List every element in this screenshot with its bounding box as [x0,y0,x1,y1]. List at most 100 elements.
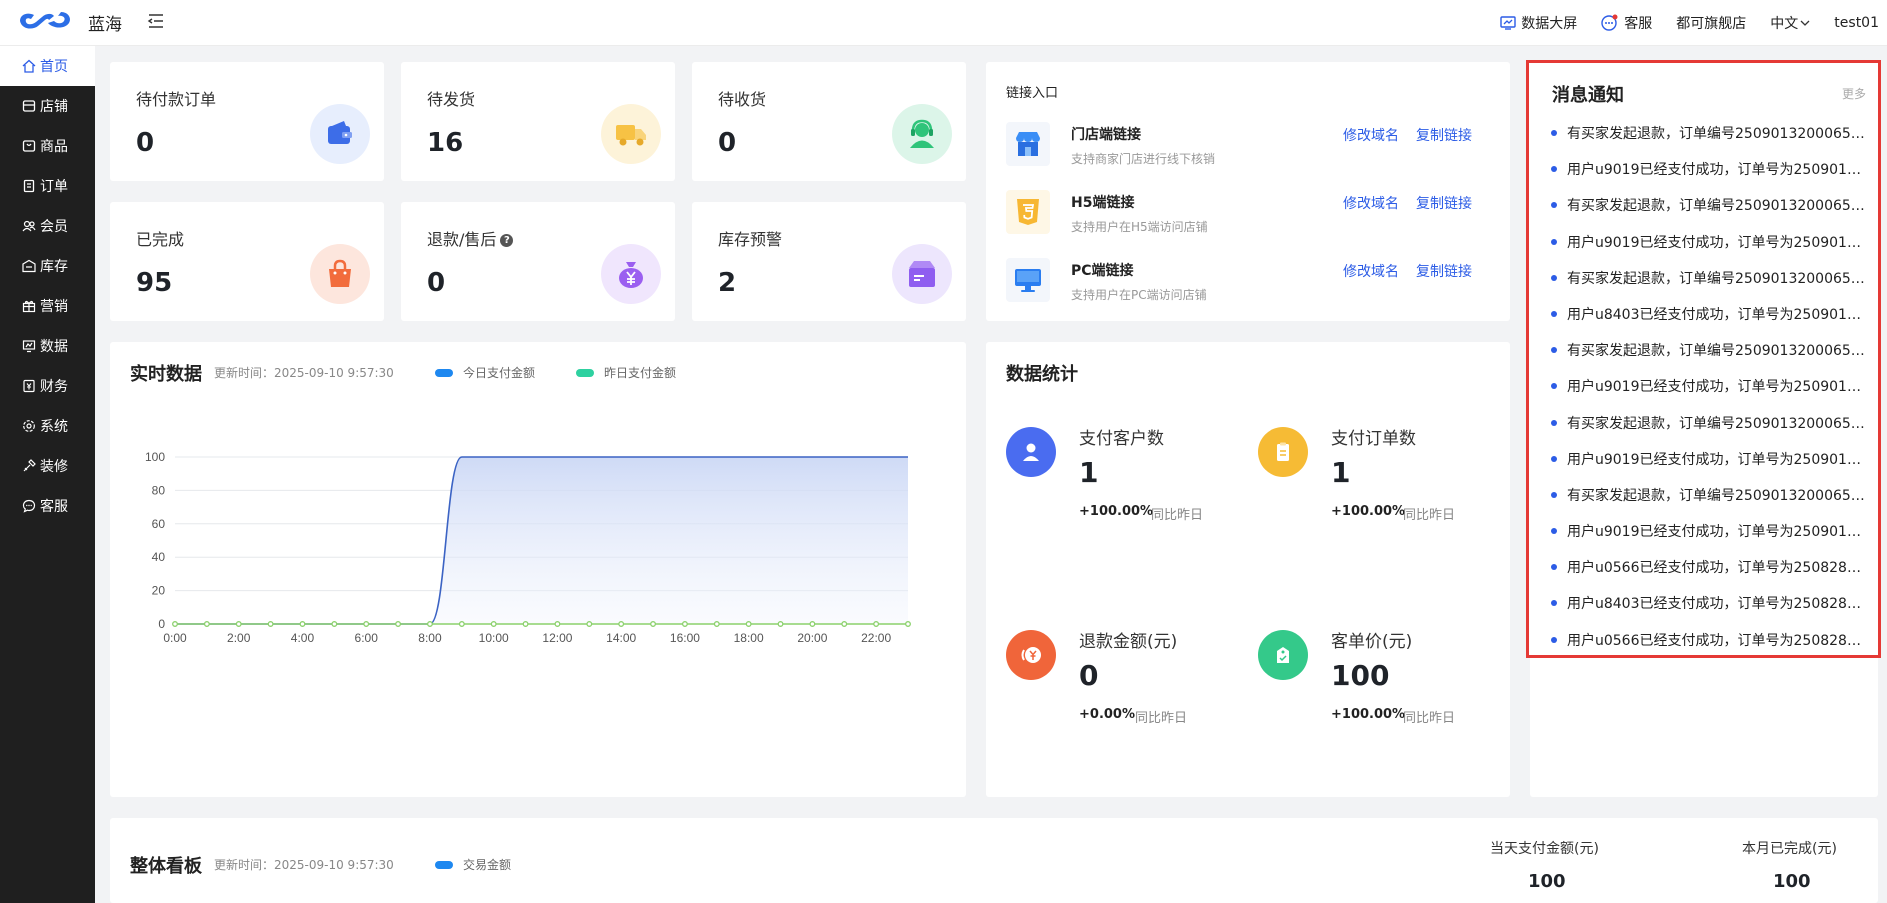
link-entry-card: 链接入口 门店端链接 支持商家门店进行线下核销 修改域名 复制链接 H5端链接 … [986,62,1510,321]
headset-user-icon [892,104,952,164]
big-screen-button[interactable]: 数据大屏 [1500,13,1577,33]
link-desc: 支持用户在H5端访问店铺 [1071,220,1208,234]
help-icon[interactable]: ? [500,234,514,247]
notice-item[interactable]: 有买家发起退款，订单编号25090132000650... [1549,268,1869,304]
sidebar-item-home[interactable]: 首页 [0,46,95,86]
copy-link-button[interactable]: 复制链接 [1416,193,1472,213]
monitor-chart-icon [1500,16,1516,30]
sidebar-item-order[interactable]: 订单 [0,166,95,206]
finance-icon [23,379,35,393]
yesterday-point [873,621,880,627]
menu-collapse-icon[interactable] [146,11,166,31]
customer-service-label: 客服 [1624,16,1653,32]
store-switcher[interactable]: 都可旗舰店 [1676,13,1746,33]
customer-service-button[interactable]: 客服 [1601,13,1652,33]
user-icon [1006,427,1056,477]
notice-item[interactable]: 有买家发起退款，订单编号25090132000650... [1549,123,1869,159]
stat-compare-label: 同比昨日 [1403,508,1456,523]
notice-panel: 消息通知 更多 有买家发起退款，订单编号25090132000650... 用户… [1526,60,1881,658]
user-menu[interactable]: test01 [1834,15,1879,31]
sidebar-item-finance[interactable]: 财务 [0,366,95,406]
data-statistics-title: 数据统计 [1006,364,1078,385]
x-tick-label: 14:00 [606,631,636,645]
stat-value: 2 [718,268,737,298]
sidebar-item-data[interactable]: 数据 [0,326,95,366]
stat-card-refund[interactable]: 退款/售后? 0 [401,202,675,321]
stat-label: 已完成 [136,230,185,249]
sidebar-item-store[interactable]: 店铺 [0,86,95,126]
notice-item[interactable]: 用户u0566已经支付成功，订单号为2508283... [1549,557,1869,593]
stat-card-pending-payment[interactable]: 待付款订单 0 [110,62,384,181]
data-icon [22,340,36,353]
big-screen-label: 数据大屏 [1521,16,1578,32]
yesterday-point [235,621,242,627]
notice-item[interactable]: 有买家发起退款，订单编号25090132000650... [1549,413,1869,449]
notice-item[interactable]: 用户u9019已经支付成功，订单号为2509013... [1549,376,1869,412]
modify-domain-link[interactable]: 修改域名 [1343,261,1399,281]
notice-item[interactable]: 用户u9019已经支付成功，订单号为2509013... [1549,159,1869,195]
notice-item[interactable]: 用户u9019已经支付成功，订单号为2509013... [1549,232,1869,268]
yesterday-point [650,621,656,627]
language-select[interactable]: 中文 [1770,13,1810,33]
legend-swatch [435,860,453,869]
chat-icon [22,499,36,513]
notice-item[interactable]: 有买家发起退款，订单编号25090132000650... [1549,195,1869,231]
yesterday-point [681,621,688,627]
sidebar-item-system[interactable]: 系统 [0,406,95,446]
kpi-label: 本月已完成(元) [1742,841,1837,857]
notice-item[interactable]: 用户u8403已经支付成功，订单号为2508283... [1549,593,1869,629]
yesterday-point [554,621,561,627]
settings-icon [23,420,35,432]
yesterday-point [331,621,338,627]
stat-value: 16 [427,128,464,158]
sidebar-item-stock[interactable]: 库存 [0,246,95,286]
sidebar-item-label: 装修 [40,459,68,475]
notice-item[interactable]: 有买家发起退款，订单编号25090132000650... [1549,485,1869,521]
notice-item[interactable]: 有买家发起退款，订单编号25090132000650... [1549,340,1869,376]
member-icon [22,220,36,232]
notice-more-link[interactable]: 更多 [1842,85,1866,102]
sidebar-item-label: 客服 [40,499,68,515]
sidebar-item-decorate[interactable]: 装修 [0,446,95,486]
modify-domain-link[interactable]: 修改域名 [1343,193,1399,213]
brand-name: 蓝海 [88,15,122,35]
notice-item[interactable]: 用户u9019已经支付成功，订单号为2509013... [1549,521,1869,557]
goods-icon [22,140,36,152]
notice-item[interactable]: 用户u0566已经支付成功，订单号为2508283... [1549,630,1869,666]
yesterday-point [299,621,306,627]
modify-domain-link[interactable]: 修改域名 [1343,125,1399,145]
stat-card-to-ship[interactable]: 待发货 16 [401,62,675,181]
x-tick-label: 6:00 [355,631,379,645]
legend-transaction-amount[interactable]: 交易金额 [435,856,511,873]
sidebar-item-marketing[interactable]: 营销 [0,286,95,326]
link-desc: 支持用户在PC端访问店铺 [1071,288,1207,302]
y-tick-label: 0 [158,617,165,631]
copy-link-button[interactable]: 复制链接 [1416,125,1472,145]
sidebar-item-label: 财务 [40,379,68,395]
yesterday-point [586,621,593,627]
overall-board-card: 整体看板 更新时间：2025-09-10 9:57:30 交易金额 当天支付金额… [110,818,1878,903]
sidebar-item-label: 商品 [40,139,68,155]
copy-link-button[interactable]: 复制链接 [1416,261,1472,281]
notice-item[interactable]: 用户u8403已经支付成功，订单号为2509013... [1549,304,1869,340]
sidebar-item-member[interactable]: 会员 [0,206,95,246]
yesterday-point [427,621,433,627]
notice-item[interactable]: 用户u9019已经支付成功，订单号为2509013... [1549,449,1869,485]
box-icon [892,244,952,304]
truck-icon [601,104,661,164]
stat-card-to-receive[interactable]: 待收货 0 [692,62,966,181]
stat-value: 100 [1331,659,1390,692]
money-bag-icon [601,244,661,304]
sidebar-item-goods[interactable]: 商品 [0,126,95,166]
sidebar-item-label: 营销 [40,299,68,315]
sidebar-item-label: 会员 [40,219,68,235]
sidebar-item-service[interactable]: 客服 [0,486,95,526]
data-statistics-card: 数据统计 支付客户数 1 +100.00% 同比昨日 支付订单数 1 +100.… [986,342,1510,797]
stat-label: 待发货 [427,90,476,109]
yesterday-point [172,621,178,627]
stat-card-stock-alert[interactable]: 库存预警 2 [692,202,966,321]
chevron-down-icon [1800,20,1810,26]
y-tick-label: 80 [152,483,166,497]
yesterday-point [841,621,848,627]
stat-card-completed[interactable]: 已完成 95 [110,202,384,321]
